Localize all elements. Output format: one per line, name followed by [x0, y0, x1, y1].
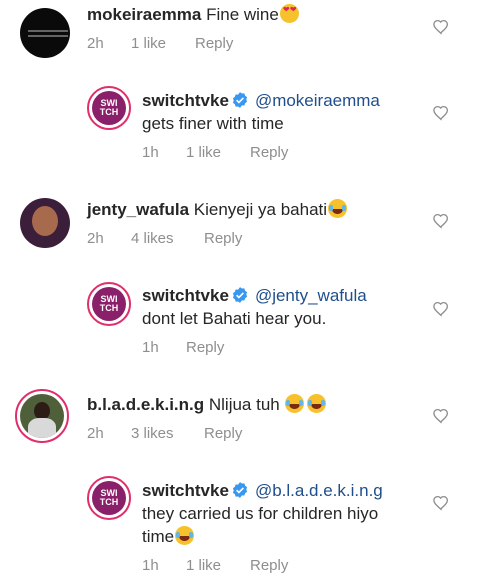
- reply-button[interactable]: Reply: [204, 230, 242, 247]
- comment-text: Nlijua tuh: [208, 395, 280, 414]
- comment-username[interactable]: jenty_wafula: [87, 200, 189, 219]
- tears-of-joy-emoji-icon: [285, 394, 305, 413]
- heart-outline-icon[interactable]: [432, 494, 450, 512]
- comment-username[interactable]: b.l.a.d.e.k.i.n.g: [87, 395, 204, 414]
- comment-username[interactable]: switchtvke: [142, 481, 229, 500]
- avatar-logo: SWI TCH: [92, 481, 126, 515]
- user-avatar[interactable]: [20, 198, 70, 248]
- reply-button[interactable]: Reply: [250, 144, 288, 161]
- comment-username[interactable]: switchtvke: [142, 286, 229, 305]
- mention-link[interactable]: @b.l.a.d.e.k.i.n.g: [255, 481, 383, 500]
- verified-badge-icon: [231, 481, 249, 499]
- comment-text: time: [142, 527, 175, 546]
- user-avatar[interactable]: SWI TCH: [87, 282, 131, 326]
- comment-time: 1h: [142, 339, 159, 356]
- comment-item: jenty_wafula Kienyeji ya bahati 2h 4 lik…: [0, 190, 478, 260]
- tears-of-joy-emoji-icon: [307, 394, 327, 413]
- comment-item: b.l.a.d.e.k.i.n.g Nlijua tuh 2h 3 likes …: [0, 385, 478, 455]
- comment-line: mokeiraemma Fine wine: [87, 4, 299, 26]
- mention-link[interactable]: @jenty_wafula: [255, 286, 367, 305]
- comment-time: 2h: [87, 425, 104, 442]
- comment-time: 1h: [142, 557, 159, 574]
- heart-outline-icon[interactable]: [432, 300, 450, 318]
- comment-likes[interactable]: 1 like: [131, 35, 166, 52]
- user-avatar[interactable]: SWI TCH: [87, 86, 131, 130]
- reply-button[interactable]: Reply: [204, 425, 242, 442]
- tears-of-joy-emoji-icon: [175, 526, 195, 545]
- comment-text-continued: time: [142, 526, 195, 548]
- comment-time: 1h: [142, 144, 159, 161]
- tears-of-joy-emoji-icon: [328, 199, 348, 218]
- comment-likes[interactable]: 4 likes: [131, 230, 174, 247]
- comment-line: switchtvke @b.l.a.d.e.k.i.n.g: [142, 480, 383, 502]
- heart-eyes-emoji-icon: [279, 4, 299, 23]
- reply-button[interactable]: Reply: [195, 35, 233, 52]
- comment-likes[interactable]: 1 like: [186, 557, 221, 574]
- heart-outline-icon[interactable]: [432, 407, 450, 425]
- user-avatar[interactable]: [15, 389, 69, 443]
- comment-likes[interactable]: 3 likes: [131, 425, 174, 442]
- comment-text: gets finer with time: [142, 114, 284, 133]
- verified-badge-icon: [231, 286, 249, 304]
- comment-username[interactable]: mokeiraemma: [87, 5, 201, 24]
- user-avatar[interactable]: [20, 8, 70, 58]
- heart-outline-icon[interactable]: [432, 212, 450, 230]
- comment-item: mokeiraemma Fine wine 2h 1 like Reply: [0, 0, 478, 70]
- comment-time: 2h: [87, 230, 104, 247]
- reply-button[interactable]: Reply: [186, 339, 224, 356]
- reply-item: SWI TCH switchtvke @jenty_wafula dont let…: [0, 278, 478, 368]
- user-avatar[interactable]: SWI TCH: [87, 476, 131, 520]
- mention-link[interactable]: @mokeiraemma: [255, 91, 380, 110]
- reply-button[interactable]: Reply: [250, 557, 288, 574]
- comment-line: jenty_wafula Kienyeji ya bahati: [87, 199, 348, 221]
- emoji-group: [284, 394, 327, 414]
- comment-username[interactable]: switchtvke: [142, 91, 229, 110]
- comment-line: switchtvke @mokeiraemma: [142, 90, 380, 112]
- comment-line: b.l.a.d.e.k.i.n.g Nlijua tuh: [87, 394, 327, 416]
- comment-text: they carried us for children hiyo: [142, 504, 379, 523]
- comment-likes[interactable]: 1 like: [186, 144, 221, 161]
- comment-text: Kienyeji ya bahati: [193, 200, 328, 219]
- avatar-logo: SWI TCH: [92, 287, 126, 321]
- avatar-logo: SWI TCH: [92, 91, 126, 125]
- comment-line: switchtvke @jenty_wafula: [142, 285, 367, 307]
- verified-badge-icon: [231, 91, 249, 109]
- heart-outline-icon[interactable]: [432, 104, 450, 122]
- reply-item: SWI TCH switchtvke @mokeiraemma gets fine…: [0, 82, 478, 172]
- comment-time: 2h: [87, 35, 104, 52]
- heart-outline-icon[interactable]: [432, 18, 450, 36]
- comment-text: Fine wine: [206, 5, 279, 24]
- reply-item: SWI TCH switchtvke @b.l.a.d.e.k.i.n.g the…: [0, 472, 478, 585]
- comment-text: dont let Bahati hear you.: [142, 309, 327, 328]
